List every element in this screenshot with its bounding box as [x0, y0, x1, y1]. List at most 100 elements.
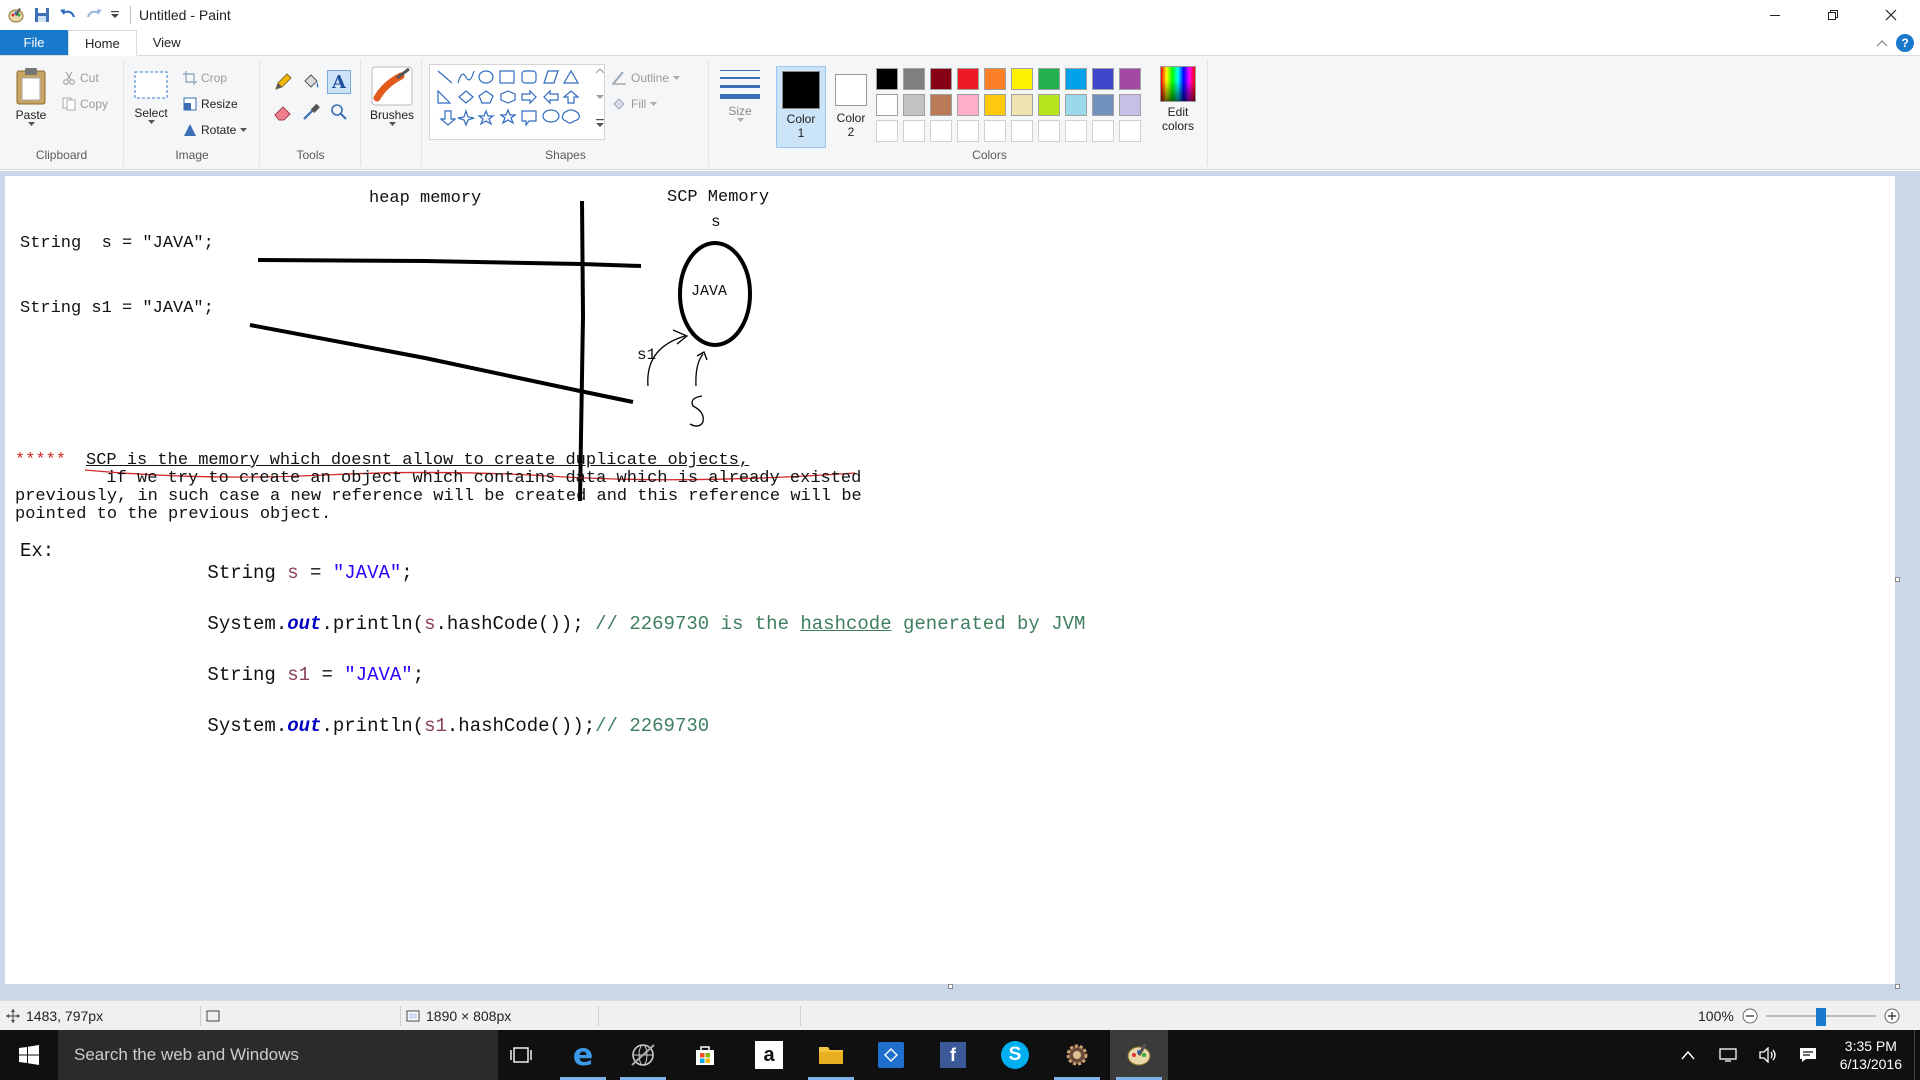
taskbar-app-globe[interactable] [614, 1030, 672, 1080]
start-button[interactable] [0, 1030, 58, 1080]
action-center[interactable] [1788, 1030, 1828, 1080]
fill-bucket-icon [613, 98, 625, 110]
show-hidden-icons[interactable] [1668, 1030, 1708, 1080]
fill-button[interactable]: Fill [611, 94, 658, 114]
code-println: .println( [321, 715, 425, 737]
code-comment: generated by JVM [891, 613, 1086, 635]
color2-button[interactable]: Color 2 [828, 66, 874, 148]
palette-color-swatch[interactable] [957, 94, 979, 116]
palette-color-swatch[interactable] [1119, 94, 1141, 116]
taskbar-settings[interactable] [1048, 1030, 1106, 1080]
taskbar-app-blue[interactable] [862, 1030, 920, 1080]
palette-custom-slot[interactable] [1092, 120, 1114, 142]
palette-custom-slot[interactable] [1038, 120, 1060, 142]
text-tool[interactable]: A [327, 70, 351, 94]
taskbar-amazon[interactable]: a [740, 1030, 798, 1080]
resize-button[interactable]: Resize [183, 94, 238, 114]
color-palette [876, 68, 1152, 148]
zoom-slider[interactable] [1765, 1008, 1876, 1026]
palette-color-swatch[interactable] [930, 68, 952, 90]
reference-s1-label: s1 [637, 346, 657, 364]
paint-app-icon[interactable] [4, 3, 28, 27]
pencil-tool[interactable] [273, 72, 293, 92]
paste-button[interactable]: Paste [8, 66, 54, 127]
color1-button[interactable]: Color 1 [776, 66, 826, 148]
tab-file[interactable]: File [0, 30, 68, 55]
show-desktop-button[interactable] [1914, 1030, 1920, 1080]
restore-button[interactable] [1804, 0, 1862, 30]
palette-custom-slot[interactable] [957, 120, 979, 142]
save-icon[interactable] [30, 3, 54, 27]
palette-color-swatch[interactable] [984, 94, 1006, 116]
palette-custom-slot[interactable] [903, 120, 925, 142]
palette-color-swatch[interactable] [984, 68, 1006, 90]
zoom-in-icon[interactable] [1884, 1008, 1900, 1024]
close-button[interactable] [1862, 0, 1920, 30]
palette-custom-slot[interactable] [1011, 120, 1033, 142]
collapse-ribbon-chevron-up-icon[interactable] [1876, 39, 1888, 47]
select-button[interactable]: Select [131, 70, 171, 125]
palette-color-swatch[interactable] [876, 68, 898, 90]
taskbar-search-box[interactable]: Search the web and Windows [58, 1030, 498, 1080]
copy-button[interactable]: Copy [62, 94, 108, 114]
palette-custom-slot[interactable] [984, 120, 1006, 142]
crop-button[interactable]: Crop [183, 68, 227, 88]
taskbar-store[interactable] [676, 1030, 734, 1080]
edit-colors-button[interactable]: Edit colors [1154, 66, 1202, 133]
taskbar-facebook[interactable]: f [924, 1030, 982, 1080]
palette-custom-slot[interactable] [876, 120, 898, 142]
palette-color-swatch[interactable] [1038, 94, 1060, 116]
palette-custom-slot[interactable] [1065, 120, 1087, 142]
redo-icon[interactable] [82, 3, 106, 27]
drawing-canvas[interactable]: heap memory SCP Memory String s = "JAVA"… [5, 176, 1895, 984]
clock[interactable]: 3:35 PM 6/13/2016 [1828, 1037, 1914, 1073]
palette-color-swatch[interactable] [1011, 94, 1033, 116]
palette-color-swatch[interactable] [1038, 68, 1060, 90]
copy-icon [62, 97, 76, 111]
taskbar-edge[interactable]: e [554, 1030, 612, 1080]
canvas-resize-handle-bottom[interactable] [948, 984, 953, 989]
magnifier-tool[interactable] [329, 102, 349, 122]
palette-custom-slot[interactable] [930, 120, 952, 142]
palette-color-swatch[interactable] [1119, 68, 1141, 90]
taskbar-file-explorer[interactable] [802, 1030, 860, 1080]
undo-icon[interactable] [56, 3, 80, 27]
palette-color-swatch[interactable] [903, 94, 925, 116]
paint-bucket-icon [304, 74, 319, 88]
color-picker-tool[interactable] [301, 102, 321, 122]
outline-chevron-down-icon [673, 75, 681, 80]
palette-color-swatch[interactable] [1065, 68, 1087, 90]
zoom-out-icon[interactable] [1742, 1008, 1758, 1024]
tab-home[interactable]: Home [68, 30, 137, 56]
zoom-slider-thumb[interactable] [1815, 1008, 1826, 1026]
palette-color-swatch[interactable] [1092, 94, 1114, 116]
help-icon[interactable]: ? [1896, 34, 1914, 52]
canvas-resize-handle-right[interactable] [1895, 577, 1900, 582]
tab-view[interactable]: View [137, 30, 197, 55]
customize-toolbar-chevron-down-icon[interactable] [108, 3, 122, 27]
size-button[interactable]: Size [716, 68, 764, 123]
palette-custom-slot[interactable] [1119, 120, 1141, 142]
outline-button[interactable]: Outline [611, 68, 681, 88]
palette-color-swatch[interactable] [957, 68, 979, 90]
palette-color-swatch[interactable] [876, 94, 898, 116]
shapes-gallery[interactable] [429, 64, 605, 140]
rotate-button[interactable]: Rotate [183, 120, 248, 140]
select-label: Select [134, 106, 168, 120]
palette-color-swatch[interactable] [1065, 94, 1087, 116]
palette-color-swatch[interactable] [903, 68, 925, 90]
brushes-button[interactable]: Brushes [368, 66, 416, 127]
palette-color-swatch[interactable] [1092, 68, 1114, 90]
taskbar-paint[interactable] [1110, 1030, 1168, 1080]
taskbar-skype[interactable]: S [986, 1030, 1044, 1080]
palette-color-swatch[interactable] [930, 94, 952, 116]
fill-tool[interactable] [301, 72, 321, 92]
palette-color-swatch[interactable] [1011, 68, 1033, 90]
canvas-resize-handle-corner[interactable] [1895, 984, 1900, 989]
task-view-button[interactable] [492, 1030, 550, 1080]
eraser-tool[interactable] [273, 102, 293, 122]
network-status[interactable] [1708, 1030, 1748, 1080]
volume-control[interactable] [1748, 1030, 1788, 1080]
cut-button[interactable]: Cut [62, 68, 99, 88]
minimize-button[interactable] [1746, 0, 1804, 30]
